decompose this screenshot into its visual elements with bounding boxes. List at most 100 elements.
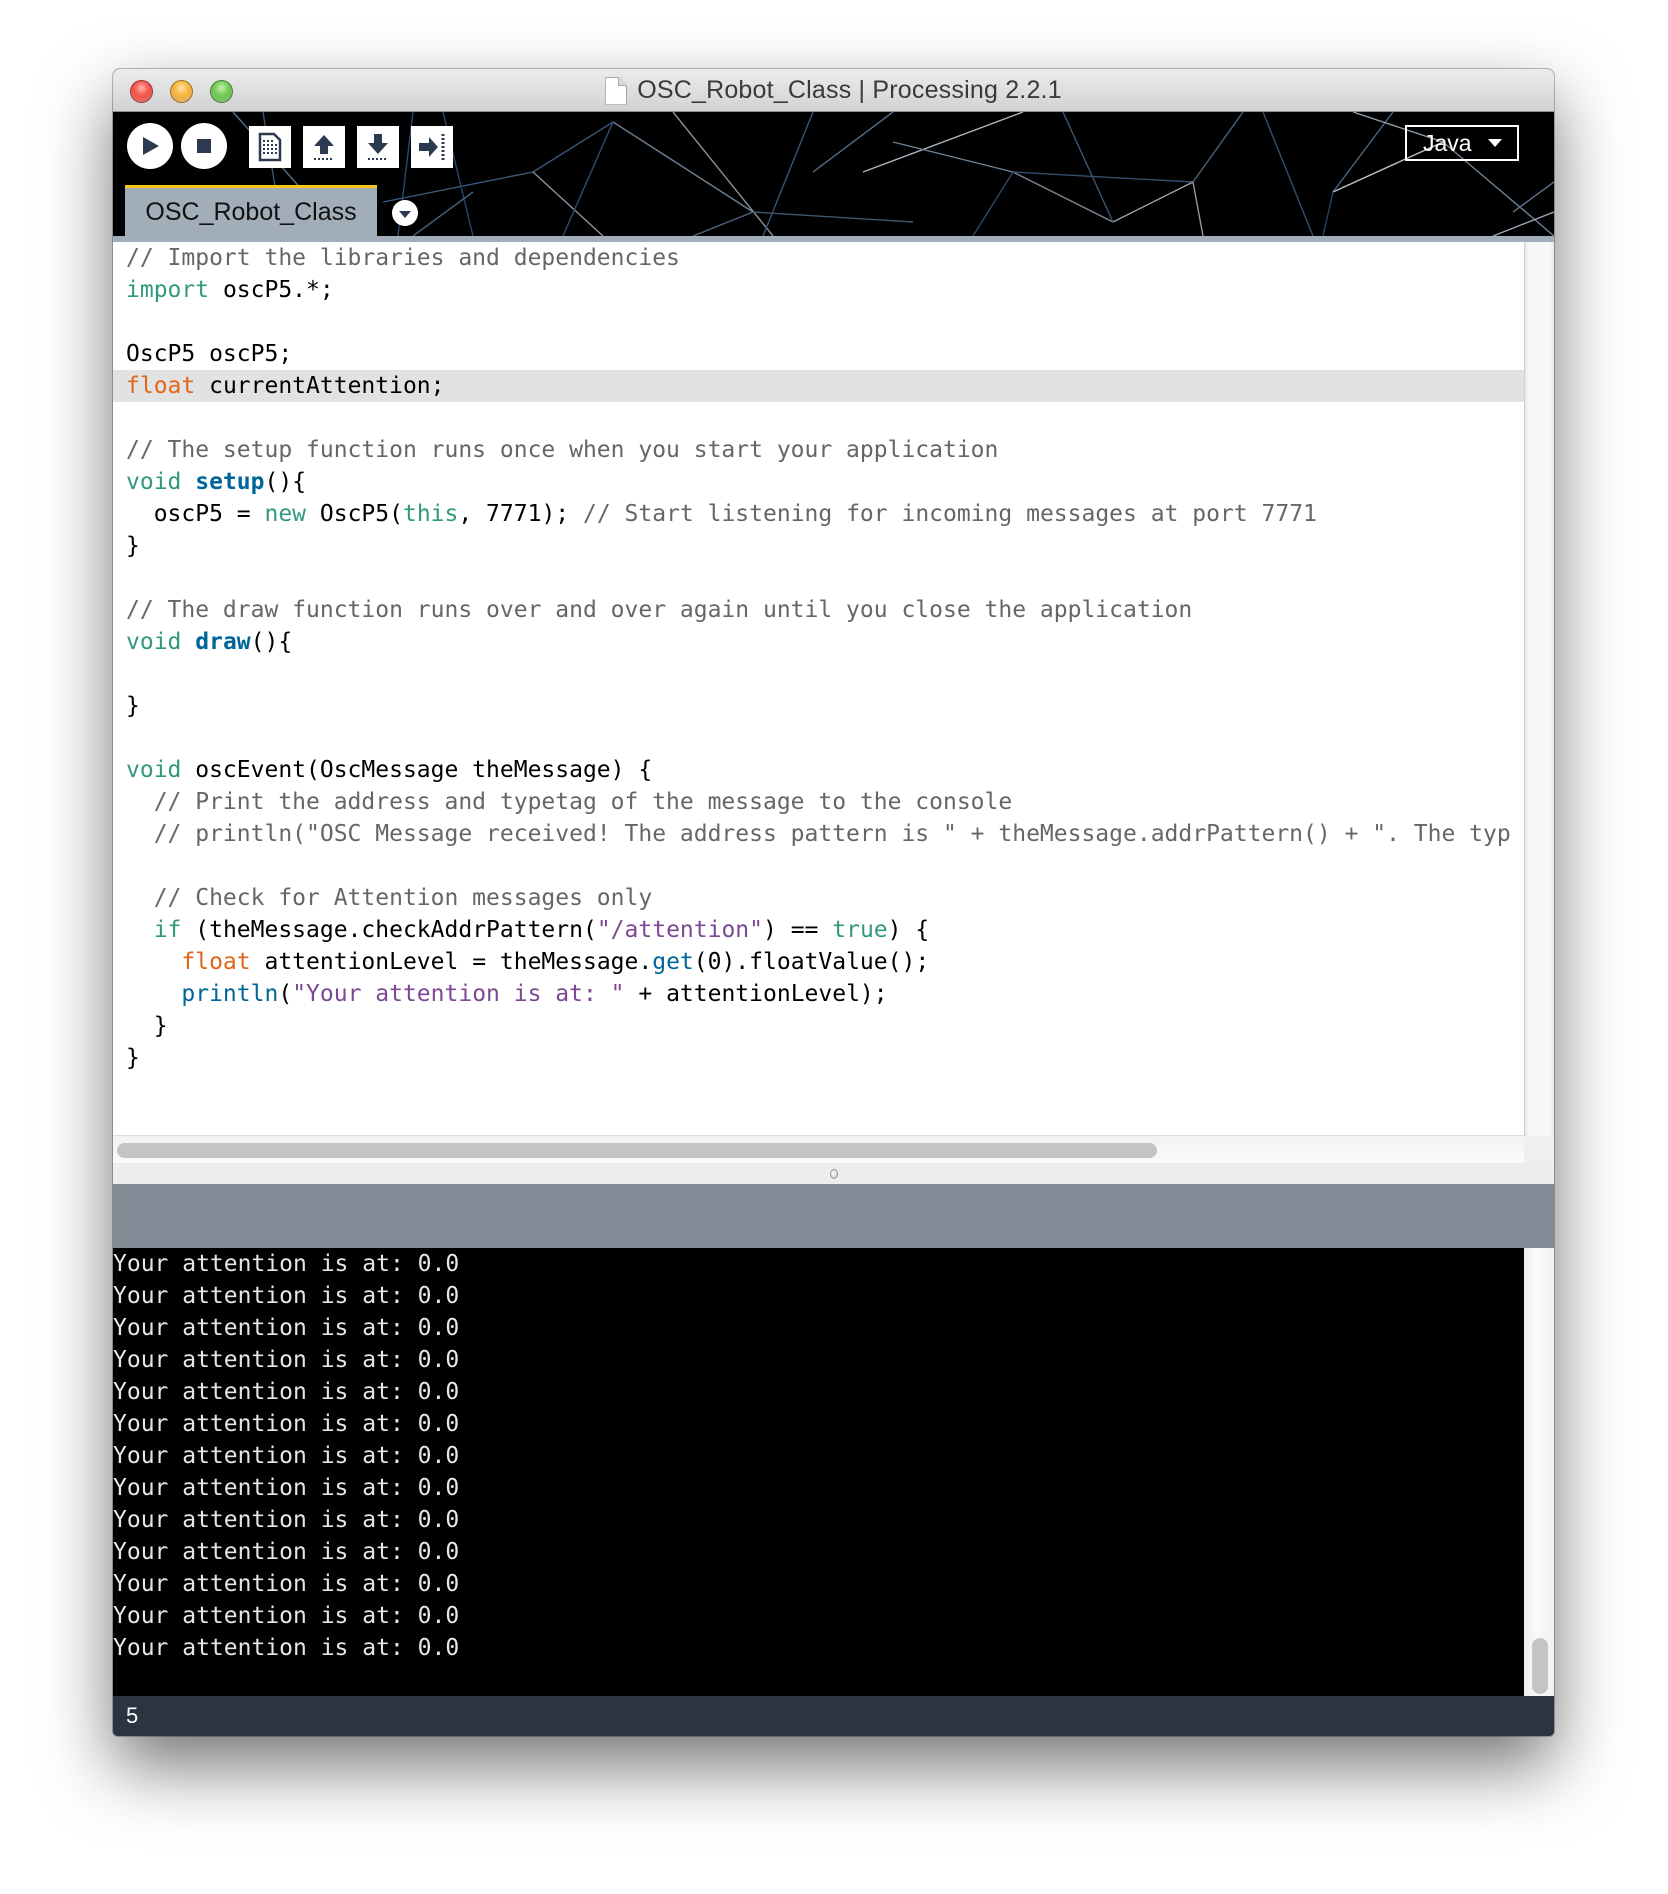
- code-token: draw: [195, 629, 251, 655]
- tab-osc-robot-class[interactable]: OSC_Robot_Class: [125, 185, 377, 236]
- code-token: (: [278, 981, 293, 1007]
- code-token: , 7771);: [458, 501, 583, 527]
- code-line: // Check for Attention messages only: [126, 882, 1511, 914]
- code-line: }: [126, 530, 1511, 562]
- console-line: Your attention is at: 0.0: [113, 1507, 460, 1533]
- code-token: ) {: [887, 917, 930, 943]
- code-editor[interactable]: // Import the libraries and dependencies…: [113, 242, 1524, 1136]
- code-token: + attentionLevel);: [624, 981, 888, 1007]
- editor-vertical-scrollbar[interactable]: [1524, 242, 1554, 1136]
- editor-horizontal-scrollbar[interactable]: [113, 1136, 1524, 1163]
- code-token: new: [264, 501, 307, 527]
- code-token: OscP5 oscP5;: [126, 341, 293, 367]
- code-line: import oscP5.*;: [126, 274, 1511, 306]
- console-line: Your attention is at: 0.0: [113, 1635, 460, 1661]
- title-bar: OSC_Robot_Class | Processing 2.2.1: [113, 69, 1554, 112]
- code-token: import: [126, 277, 210, 303]
- mode-selector[interactable]: Java: [1405, 125, 1519, 161]
- code-token: oscP5 =: [126, 501, 265, 527]
- code-token: // The draw function runs over and over …: [126, 597, 1193, 623]
- console-line: Your attention is at: 0.0: [113, 1571, 460, 1597]
- code-token: float: [181, 949, 251, 975]
- code-line: }: [126, 1042, 1511, 1074]
- line-number: 5: [126, 1703, 139, 1728]
- stop-button[interactable]: [181, 123, 227, 169]
- code-line: }: [126, 690, 1511, 722]
- open-button[interactable]: [303, 126, 345, 168]
- code-line: oscP5 = new OscP5(this, 7771); // Start …: [126, 498, 1511, 530]
- code-token: (){: [250, 629, 293, 655]
- code-line: // println("OSC Message received! The ad…: [126, 818, 1511, 850]
- code-token: "Your attention is at: ": [292, 981, 625, 1007]
- code-token: // Start listening for incoming messages…: [582, 501, 1317, 527]
- code-token: OscP5(: [306, 501, 403, 527]
- code-line: if (theMessage.checkAddrPattern("/attent…: [126, 914, 1511, 946]
- toolbar: Java OSC_Robot_Class: [113, 112, 1554, 236]
- export-icon: [419, 134, 445, 160]
- code-token: }: [126, 693, 140, 719]
- console-line: Your attention is at: 0.0: [113, 1539, 460, 1565]
- console-line: Your attention is at: 0.0: [113, 1251, 460, 1277]
- code-token: oscEvent(OscMessage theMessage) {: [181, 757, 653, 783]
- console-line: Your attention is at: 0.0: [113, 1283, 460, 1309]
- code-token: void: [126, 629, 182, 655]
- code-token: // println("OSC Message received! The ad…: [126, 821, 1511, 847]
- status-bar: 5: [113, 1696, 1554, 1736]
- code-line: // The draw function runs over and over …: [126, 594, 1511, 626]
- code-token: }: [126, 1045, 140, 1071]
- console-line: Your attention is at: 0.0: [113, 1379, 460, 1405]
- tab-menu-button[interactable]: [392, 200, 418, 226]
- code-token: (theMessage.checkAddrPattern(: [181, 917, 597, 943]
- console-line: Your attention is at: 0.0: [113, 1411, 460, 1437]
- console-scroll-thumb[interactable]: [1532, 1638, 1548, 1694]
- console[interactable]: Your attention is at: 0.0 Your attention …: [113, 1248, 1524, 1696]
- message-bar: [113, 1184, 1554, 1248]
- horizontal-scroll-thumb[interactable]: [117, 1143, 1157, 1158]
- code-line: println("Your attention is at: " + atten…: [126, 978, 1511, 1010]
- code-token: this: [402, 501, 459, 527]
- code-line: }: [126, 1010, 1511, 1042]
- code-token: get: [652, 949, 694, 975]
- play-icon: [143, 137, 159, 155]
- code-token: void: [126, 757, 182, 783]
- console-line: Your attention is at: 0.0: [113, 1603, 460, 1629]
- chevron-down-icon: [1487, 139, 1502, 147]
- code-token: float: [126, 373, 196, 399]
- scroll-corner: [1524, 1136, 1554, 1163]
- code-line: float currentAttention;: [126, 370, 1511, 402]
- console-vertical-scrollbar[interactable]: [1524, 1248, 1554, 1696]
- code-line: // Import the libraries and dependencies: [126, 242, 1511, 274]
- code-text: // Import the libraries and dependencies…: [126, 242, 1511, 1074]
- code-line: // The setup function runs once when you…: [126, 434, 1511, 466]
- run-button[interactable]: [127, 123, 173, 169]
- code-token: oscP5.*;: [209, 277, 334, 303]
- save-download-icon: [368, 134, 388, 160]
- console-line: Your attention is at: 0.0: [113, 1475, 460, 1501]
- processing-window: OSC_Robot_Class | Processing 2.2.1 Java …: [113, 69, 1554, 1736]
- save-button[interactable]: [357, 126, 399, 168]
- code-token: // Print the address and typetag of the …: [126, 789, 1013, 815]
- code-token: "/attention": [596, 917, 763, 943]
- code-token: setup: [195, 469, 265, 495]
- split-divider[interactable]: [113, 1163, 1554, 1184]
- code-line: void draw(){: [126, 626, 1511, 658]
- code-token: // Check for Attention messages only: [126, 885, 653, 911]
- code-line: OscP5 oscP5;: [126, 338, 1511, 370]
- console-line: Your attention is at: 0.0: [113, 1315, 460, 1341]
- code-token: println: [181, 981, 279, 1007]
- code-token: }: [126, 1013, 168, 1039]
- divider-handle-icon[interactable]: [830, 1169, 838, 1179]
- new-sketch-button[interactable]: [249, 126, 291, 168]
- window-title: OSC_Robot_Class | Processing 2.2.1: [637, 76, 1062, 104]
- code-token: }: [126, 533, 140, 559]
- code-token: ) ==: [763, 917, 833, 943]
- export-button[interactable]: [411, 126, 453, 168]
- document-icon: [605, 76, 628, 105]
